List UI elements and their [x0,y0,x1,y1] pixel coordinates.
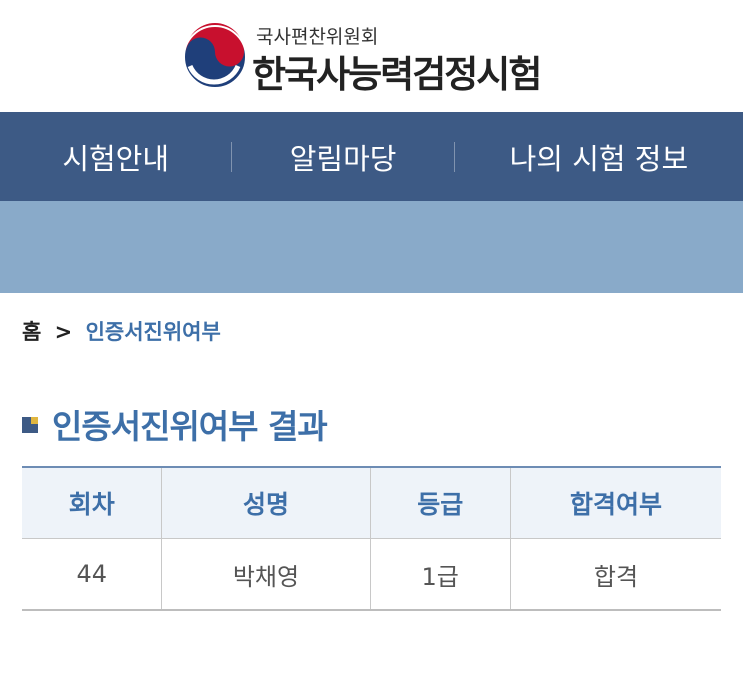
site-title[interactable]: 한국사능력검정시험 [252,44,542,98]
cell-round: 44 [22,538,163,611]
column-header-grade: 등급 [370,466,511,539]
column-header-pass-status: 합격여부 [510,466,721,539]
column-header-round: 회차 [22,466,163,539]
result-table: 회차 성명 등급 합격여부 44 박채영 1급 합격 [22,466,721,611]
breadcrumb: 홈 > 인증서진위여부 [22,316,221,346]
table-header-row: 회차 성명 등급 합격여부 [22,466,721,539]
cell-grade: 1급 [370,538,511,611]
nav-item-notice[interactable]: 알림마당 [232,136,453,178]
breadcrumb-home-link[interactable]: 홈 [22,320,41,344]
nav-item-my-exam-info[interactable]: 나의 시험 정보 [455,136,743,178]
banner [0,201,743,293]
cell-name: 박채영 [161,538,371,611]
site-header: 국사편찬위원회 한국사능력검정시험 [0,0,743,112]
square-bullet-icon [22,417,38,433]
page-title: 인증서진위여부 결과 [52,407,328,446]
table-row: 44 박채영 1급 합격 [22,538,721,611]
cell-pass-status: 합격 [510,538,721,611]
breadcrumb-separator: > [54,320,73,344]
column-header-name: 성명 [161,466,371,539]
section-heading: 인증서진위여부 결과 [22,400,328,448]
taegeuk-logo-icon[interactable] [180,22,250,92]
nav-item-exam-info[interactable]: 시험안내 [0,136,231,178]
breadcrumb-current[interactable]: 인증서진위여부 [86,320,221,344]
main-nav: 시험안내 알림마당 나의 시험 정보 [0,112,743,201]
